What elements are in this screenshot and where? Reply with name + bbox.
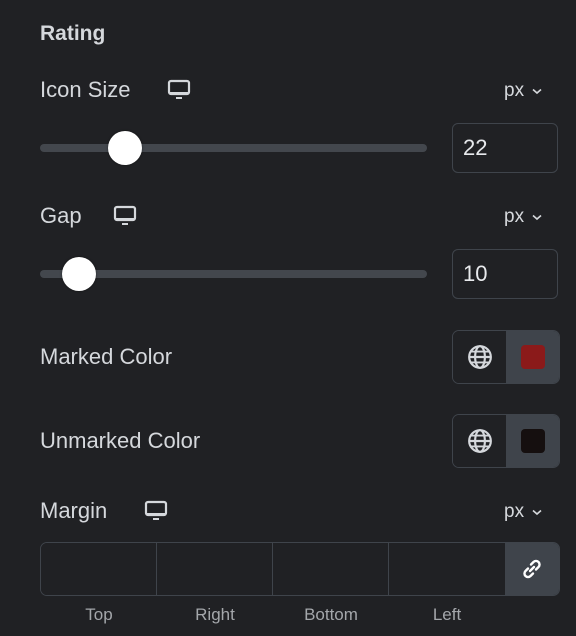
gap-label: Gap <box>40 203 82 228</box>
margin-label: Margin <box>40 498 108 523</box>
unmarked-color-control <box>452 414 560 468</box>
margin-right-input[interactable] <box>157 543 273 595</box>
unit-label: px <box>504 80 525 101</box>
desktop-monitor-icon[interactable] <box>144 500 168 527</box>
link-values-button[interactable] <box>505 543 559 595</box>
globe-icon <box>467 345 492 369</box>
margin-top-label: Top <box>85 605 113 624</box>
margin-top-input[interactable] <box>41 543 157 595</box>
icon-size-slider-thumb[interactable] <box>108 131 143 165</box>
link-icon <box>523 559 541 579</box>
margin-left-input[interactable] <box>389 543 505 595</box>
chevron-down-icon <box>532 88 542 94</box>
desktop-monitor-icon[interactable] <box>167 79 191 106</box>
gap-slider-track[interactable] <box>40 270 427 278</box>
marked-color-label: Marked Color <box>40 344 173 369</box>
margin-right-label: Right <box>195 605 235 624</box>
global-colors-button[interactable] <box>453 415 506 467</box>
marked-color-control <box>452 330 560 384</box>
globe-icon <box>467 429 492 453</box>
marked-color-picker[interactable] <box>506 331 559 383</box>
gap-unit-select[interactable]: px <box>504 206 542 228</box>
icon-size-label: Icon Size <box>40 77 131 102</box>
margin-dimensions-control <box>40 542 560 596</box>
chevron-down-icon <box>532 509 542 515</box>
margin-bottom-label: Bottom <box>304 605 358 624</box>
margin-left-label: Left <box>432 605 462 624</box>
margin-bottom-input[interactable] <box>273 543 389 595</box>
gap-slider-thumb[interactable] <box>61 257 96 291</box>
margin-unit-select[interactable]: px <box>504 501 542 523</box>
global-colors-button[interactable] <box>453 331 506 383</box>
unit-label: px <box>504 206 525 227</box>
color-swatch <box>520 345 545 369</box>
desktop-monitor-icon[interactable] <box>113 205 137 232</box>
icon-size-unit-select[interactable]: px <box>504 80 542 102</box>
chevron-down-icon <box>532 214 542 220</box>
unit-label: px <box>504 501 525 522</box>
icon-size-slider-track[interactable] <box>40 144 427 152</box>
icon-size-input[interactable] <box>452 123 558 173</box>
section-title: Rating <box>40 22 106 45</box>
unmarked-color-picker[interactable] <box>506 415 559 467</box>
unmarked-color-label: Unmarked Color <box>40 428 201 453</box>
color-swatch <box>520 429 545 453</box>
gap-input[interactable] <box>452 249 558 299</box>
